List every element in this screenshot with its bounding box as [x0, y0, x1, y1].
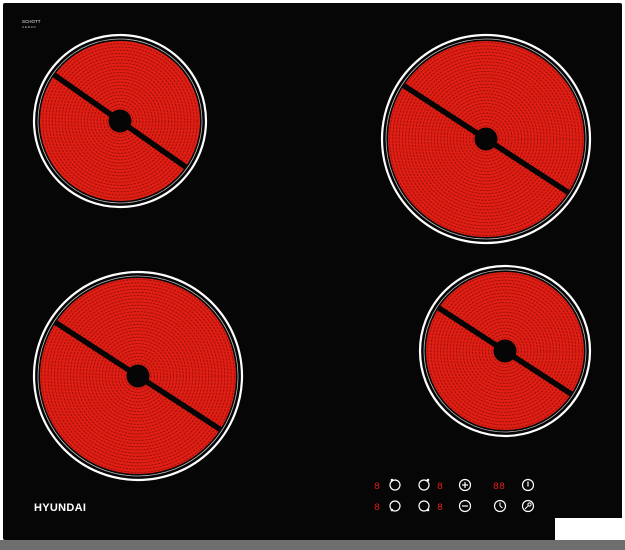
zone-center-hub	[126, 364, 150, 388]
zone-center-hub	[474, 127, 498, 151]
zone-center-hub	[108, 109, 132, 133]
frame-edge	[0, 540, 625, 550]
timer-display: 88	[493, 482, 505, 493]
zone4-display: 8	[437, 503, 443, 514]
zone-center-hub	[493, 339, 517, 363]
zone2-display: 8	[437, 482, 443, 493]
corner-highlight	[555, 518, 625, 540]
zone1-display: 8	[374, 482, 380, 493]
brand-logo: HYUNDAI	[34, 502, 86, 514]
zone-rear-right-large	[380, 33, 592, 245]
zone-front-right-medium	[418, 264, 592, 438]
cooktop-photo: SCHOTT CERAN HYUNDAI 8 8 88 8 8	[0, 0, 625, 550]
zone-front-left-small	[32, 33, 208, 209]
cooktop-panel: SCHOTT CERAN HYUNDAI 8 8 88 8 8	[0, 0, 625, 550]
zone3-display: 8	[374, 503, 380, 514]
glass-brand-text: SCHOTT	[22, 19, 41, 24]
glass-line-text: CERAN	[22, 25, 37, 29]
zone-front-left-large	[32, 270, 244, 482]
